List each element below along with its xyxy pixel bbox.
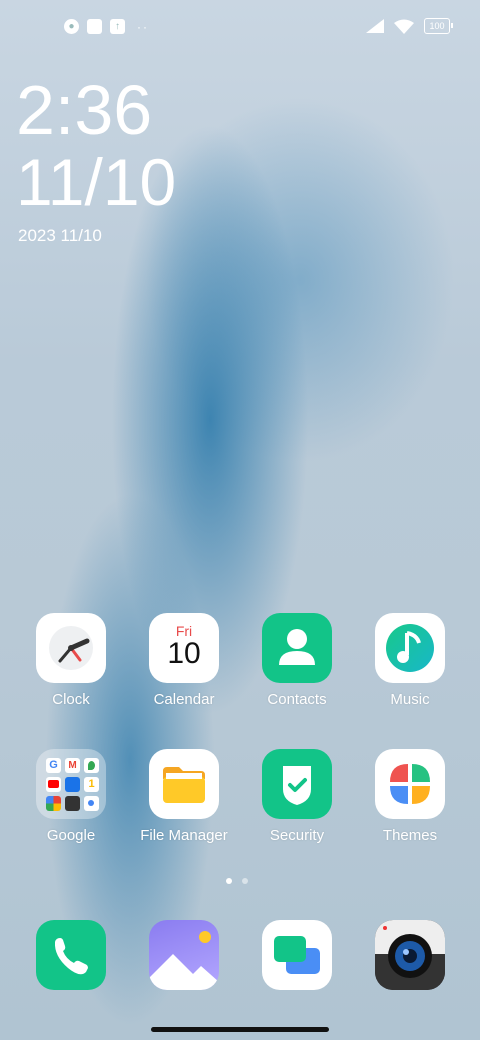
app-label: Security: [269, 827, 325, 844]
app-label: Google: [46, 827, 96, 844]
app-google-folder[interactable]: G M 1 Google: [16, 749, 126, 844]
phone-icon: [54, 938, 88, 975]
calendar-icon: Fri 10: [149, 613, 219, 683]
dock-phone[interactable]: [36, 920, 106, 990]
drive-icon: [65, 777, 80, 792]
assistant-icon: [84, 796, 99, 811]
photos-icon: [46, 796, 61, 811]
app-label: Contacts: [267, 691, 327, 708]
folder-icon: [149, 749, 219, 819]
themes-icon: [375, 749, 445, 819]
dock-gallery[interactable]: [149, 920, 219, 990]
app-label: Calendar: [153, 691, 215, 708]
app-contacts[interactable]: Contacts: [242, 613, 352, 708]
music-icon: [375, 613, 445, 683]
messages-icon: [274, 936, 320, 974]
battery-icon: 100: [424, 18, 453, 34]
google-one-icon: 1: [84, 777, 99, 792]
app-label: File Manager: [140, 827, 228, 844]
home-indicator[interactable]: [151, 1027, 329, 1032]
youtube-icon: [46, 777, 61, 792]
clock-date-large[interactable]: 11/10: [16, 146, 176, 218]
dock-camera[interactable]: [375, 920, 445, 990]
shield-icon: [262, 749, 332, 819]
gallery-icon: [149, 931, 219, 990]
notification-app-icon: ●: [64, 19, 79, 34]
app-calendar[interactable]: Fri 10 Calendar: [129, 613, 239, 708]
app-music[interactable]: Music: [355, 613, 465, 708]
google-folder-icon: G M 1: [36, 749, 106, 819]
tv-icon: [65, 796, 80, 811]
upload-icon: ↑: [110, 19, 125, 34]
app-security[interactable]: Security: [242, 749, 352, 844]
dock-messages[interactable]: [262, 920, 332, 990]
clock-time[interactable]: 2:36: [16, 72, 152, 148]
wifi-icon: [394, 19, 414, 34]
page-dot-1[interactable]: [226, 878, 232, 884]
app-clock[interactable]: Clock: [16, 613, 126, 708]
page-dot-2[interactable]: [242, 878, 248, 884]
calendar-date: 10: [167, 637, 201, 670]
page-indicator: [226, 878, 248, 884]
notification-square-icon: [87, 19, 102, 34]
maps-icon: [84, 758, 99, 773]
app-label: Music: [390, 691, 430, 708]
app-label: Themes: [382, 827, 438, 844]
camera-icon: [375, 920, 445, 990]
system-icons: 100: [366, 18, 453, 34]
contacts-icon: [262, 613, 332, 683]
signal-icon: [366, 19, 384, 33]
gmail-icon: M: [65, 758, 80, 773]
app-file-manager[interactable]: File Manager: [129, 749, 239, 844]
notification-icons: ● ↑ ··: [64, 19, 149, 34]
app-label: Clock: [52, 691, 90, 708]
more-notifications-icon: ··: [137, 19, 149, 34]
clock-icon: [36, 613, 106, 683]
app-themes[interactable]: Themes: [355, 749, 465, 844]
status-bar: ● ↑ ·· 100: [0, 0, 480, 56]
clock-date-full: 2023 11/10: [18, 226, 102, 245]
google-search-icon: G: [46, 758, 61, 773]
